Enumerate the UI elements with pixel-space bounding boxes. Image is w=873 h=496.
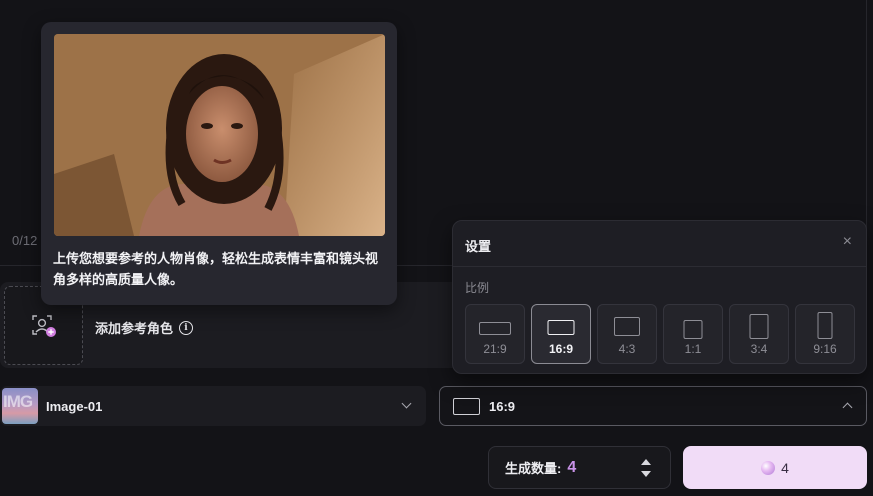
ratio-9-16-icon	[817, 312, 833, 339]
ratio-option-label: 16:9	[548, 342, 574, 356]
ratio-option-21-9[interactable]: 21:9	[465, 304, 525, 364]
ratio-option-label: 1:1	[684, 342, 702, 356]
stepper-arrows[interactable]	[640, 457, 652, 481]
info-icon[interactable]: i	[179, 320, 194, 335]
add-reference-label: 添加参考角色 i	[95, 318, 194, 337]
aspect-ratio-select[interactable]: 16:9	[439, 386, 867, 426]
aspect-ratio-value: 16:9	[489, 398, 516, 414]
settings-title: 设置	[465, 239, 492, 254]
settings-popover: 设置 × 比例 21:9 16:9 4:3 1:1 3:4 9:16	[452, 220, 867, 374]
quantity-label: 生成数量:	[505, 461, 562, 476]
generate-cost: 4	[781, 459, 789, 476]
model-name: Image-01	[46, 398, 103, 414]
ratio-rect-icon	[453, 397, 480, 415]
ratio-4-3-icon	[614, 317, 640, 336]
ratio-option-label: 3:4	[750, 342, 768, 356]
quantity-stepper[interactable]: 生成数量: 4	[488, 446, 671, 489]
ratio-21-9-icon	[479, 322, 511, 335]
model-thumbnail: IMG	[2, 388, 38, 424]
ratio-options: 21:9 16:9 4:3 1:1 3:4 9:16	[465, 304, 855, 364]
ratio-option-label: 9:16	[813, 342, 837, 356]
ratio-option-1-1[interactable]: 1:1	[663, 304, 723, 364]
credit-gem-icon	[761, 460, 776, 475]
decrement-arrow-icon[interactable]	[641, 471, 651, 477]
generate-button[interactable]: 4	[683, 446, 867, 489]
chevron-down-icon	[401, 398, 412, 409]
ratio-option-label: 4:3	[618, 342, 636, 356]
ratio-1-1-icon	[683, 320, 703, 339]
ratio-3-4-icon	[749, 314, 769, 339]
model-thumbnail-text: IMG	[3, 392, 33, 411]
divider	[453, 266, 866, 267]
ratio-option-4-3[interactable]: 4:3	[597, 304, 657, 364]
tooltip-text: 上传您想要参考的人物肖像，轻松生成表情丰富和镜头视角多样的高质量人像。	[53, 251, 379, 287]
increment-arrow-icon[interactable]	[641, 459, 651, 465]
ratio-option-16-9[interactable]: 16:9	[531, 304, 591, 364]
ratio-option-label: 21:9	[483, 342, 507, 356]
close-icon[interactable]: ×	[843, 233, 852, 251]
quantity-value: 4	[567, 458, 577, 476]
chevron-up-icon	[842, 402, 853, 413]
add-reference-text: 添加参考角色	[95, 321, 174, 336]
ratio-label: 比例	[465, 281, 490, 295]
ratio-16-9-icon	[547, 320, 575, 335]
ratio-option-9-16[interactable]: 9:16	[795, 304, 855, 364]
ratio-option-3-4[interactable]: 3:4	[729, 304, 789, 364]
char-count: 0/12	[12, 233, 38, 248]
add-person-icon	[31, 314, 56, 337]
model-select[interactable]: IMG Image-01	[0, 386, 426, 426]
portrait-example-image	[54, 34, 385, 236]
reference-tooltip: 上传您想要参考的人物肖像，轻松生成表情丰富和镜头视角多样的高质量人像。	[41, 22, 397, 305]
